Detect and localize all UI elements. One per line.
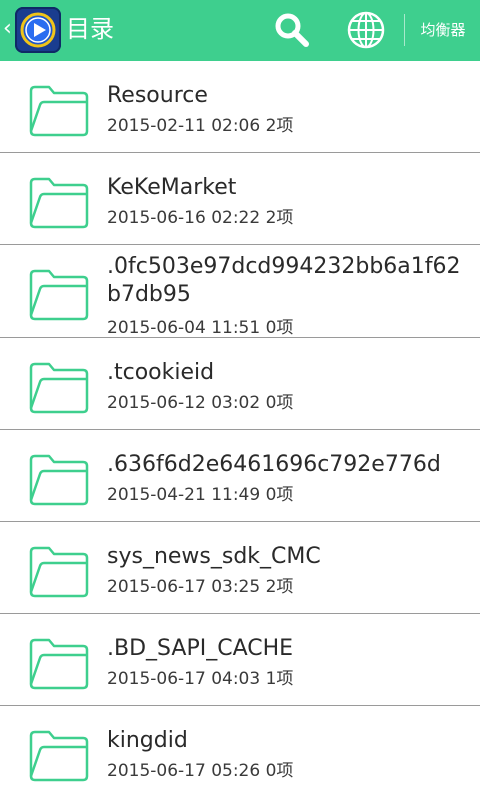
folder-count: 0项 xyxy=(265,318,294,338)
list-item[interactable]: .0fc503e97dcd994232bb6a1f62b7db95 2015-0… xyxy=(0,245,480,338)
folder-count: 2项 xyxy=(265,577,294,597)
player-logo-icon[interactable] xyxy=(15,7,61,53)
list-item[interactable]: kingdid 2015-06-17 05:26 0项 xyxy=(0,706,480,798)
folder-icon xyxy=(29,638,89,690)
search-icon xyxy=(275,13,309,47)
folder-meta: 2015-06-17 05:26 0项 xyxy=(107,759,293,783)
chevron-left-icon[interactable]: ‹ xyxy=(3,16,12,42)
folder-meta: 2015-06-16 02:22 2项 xyxy=(107,206,293,230)
folder-icon xyxy=(29,546,89,598)
folder-name: kingdid xyxy=(107,728,188,753)
folder-name: .BD_SAPI_CACHE xyxy=(107,636,294,661)
folder-list: Resource 2015-02-11 02:06 2项 KeKeMarket … xyxy=(0,61,480,798)
folder-date: 2015-06-04 11:51 xyxy=(107,318,261,338)
equalizer-button[interactable]: 均衡器 xyxy=(412,16,474,44)
folder-meta: 2015-04-21 11:49 0项 xyxy=(107,483,293,507)
folder-count: 2项 xyxy=(265,208,294,228)
folder-icon xyxy=(29,269,89,321)
folder-count: 0项 xyxy=(265,485,294,505)
list-item[interactable]: .tcookieid 2015-06-12 03:02 0项 xyxy=(0,338,480,430)
globe-button[interactable] xyxy=(343,8,389,52)
folder-date: 2015-06-17 03:25 xyxy=(107,577,261,597)
folder-date: 2015-06-17 04:03 xyxy=(107,669,261,689)
folder-count: 1项 xyxy=(265,669,294,689)
search-button[interactable] xyxy=(270,8,314,52)
globe-icon xyxy=(347,11,385,49)
folder-name: sys_news_sdk_CMC xyxy=(107,544,321,569)
folder-name: .0fc503e97dcd994232bb6a1f62b7db95 xyxy=(107,254,461,307)
top-app-bar: ‹ 目录 均衡器 xyxy=(0,0,480,61)
folder-date: 2015-06-17 05:26 xyxy=(107,761,261,781)
list-item[interactable]: .BD_SAPI_CACHE 2015-06-17 04:03 1项 xyxy=(0,614,480,706)
folder-name: KeKeMarket xyxy=(107,175,237,200)
folder-count: 0项 xyxy=(265,761,294,781)
folder-meta: 2015-02-11 02:06 2项 xyxy=(107,114,293,138)
folder-icon xyxy=(29,85,89,137)
folder-date: 2015-06-16 02:22 xyxy=(107,208,261,228)
toolbar-divider xyxy=(404,14,405,46)
folder-icon xyxy=(29,730,89,782)
list-item[interactable]: .636f6d2e6461696c792e776d 2015-04-21 11:… xyxy=(0,430,480,522)
folder-date: 2015-02-11 02:06 xyxy=(107,116,261,136)
folder-meta: 2015-06-17 03:25 2项 xyxy=(107,575,293,599)
folder-icon xyxy=(29,362,89,414)
folder-meta: 2015-06-04 11:51 0项 xyxy=(107,316,293,340)
folder-icon xyxy=(29,177,89,229)
list-item[interactable]: sys_news_sdk_CMC 2015-06-17 03:25 2项 xyxy=(0,522,480,614)
list-item[interactable]: Resource 2015-02-11 02:06 2项 xyxy=(0,61,480,153)
folder-count: 2项 xyxy=(265,116,294,136)
folder-date: 2015-06-12 03:02 xyxy=(107,393,261,413)
list-item[interactable]: KeKeMarket 2015-06-16 02:22 2项 xyxy=(0,153,480,245)
folder-count: 0项 xyxy=(265,393,294,413)
folder-meta: 2015-06-17 04:03 1项 xyxy=(107,667,293,691)
folder-meta: 2015-06-12 03:02 0项 xyxy=(107,391,293,415)
page-title: 目录 xyxy=(66,15,114,43)
folder-icon xyxy=(29,454,89,506)
folder-name: .636f6d2e6461696c792e776d xyxy=(107,452,441,477)
folder-name: .tcookieid xyxy=(107,360,215,385)
folder-name: Resource xyxy=(107,83,208,108)
folder-date: 2015-04-21 11:49 xyxy=(107,485,261,505)
